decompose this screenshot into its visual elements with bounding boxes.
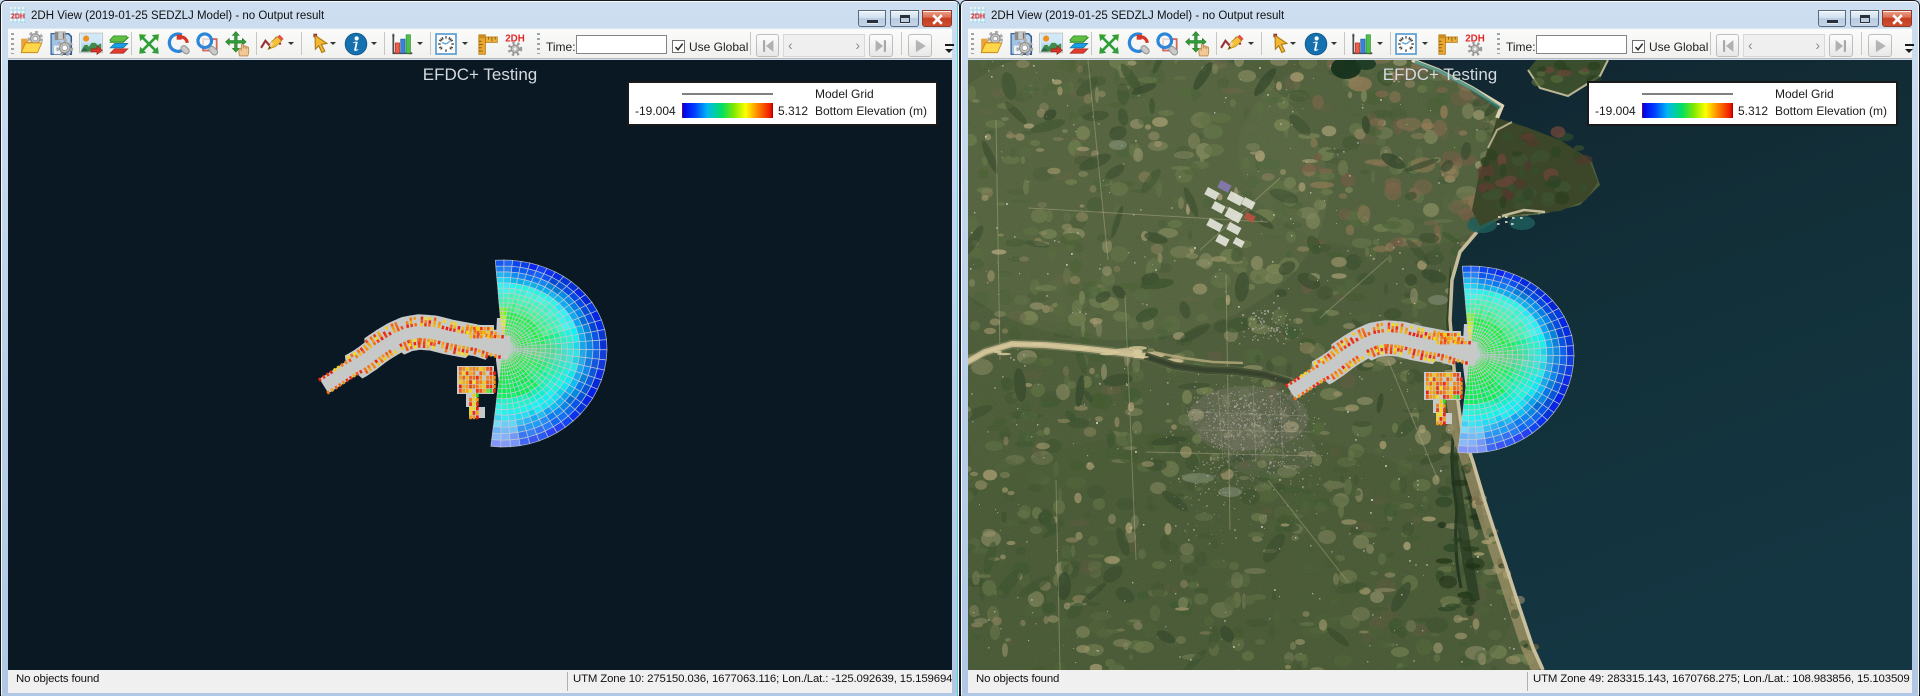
svg-text:2DH: 2DH [11,14,25,21]
svg-text:2DH: 2DH [971,14,985,21]
